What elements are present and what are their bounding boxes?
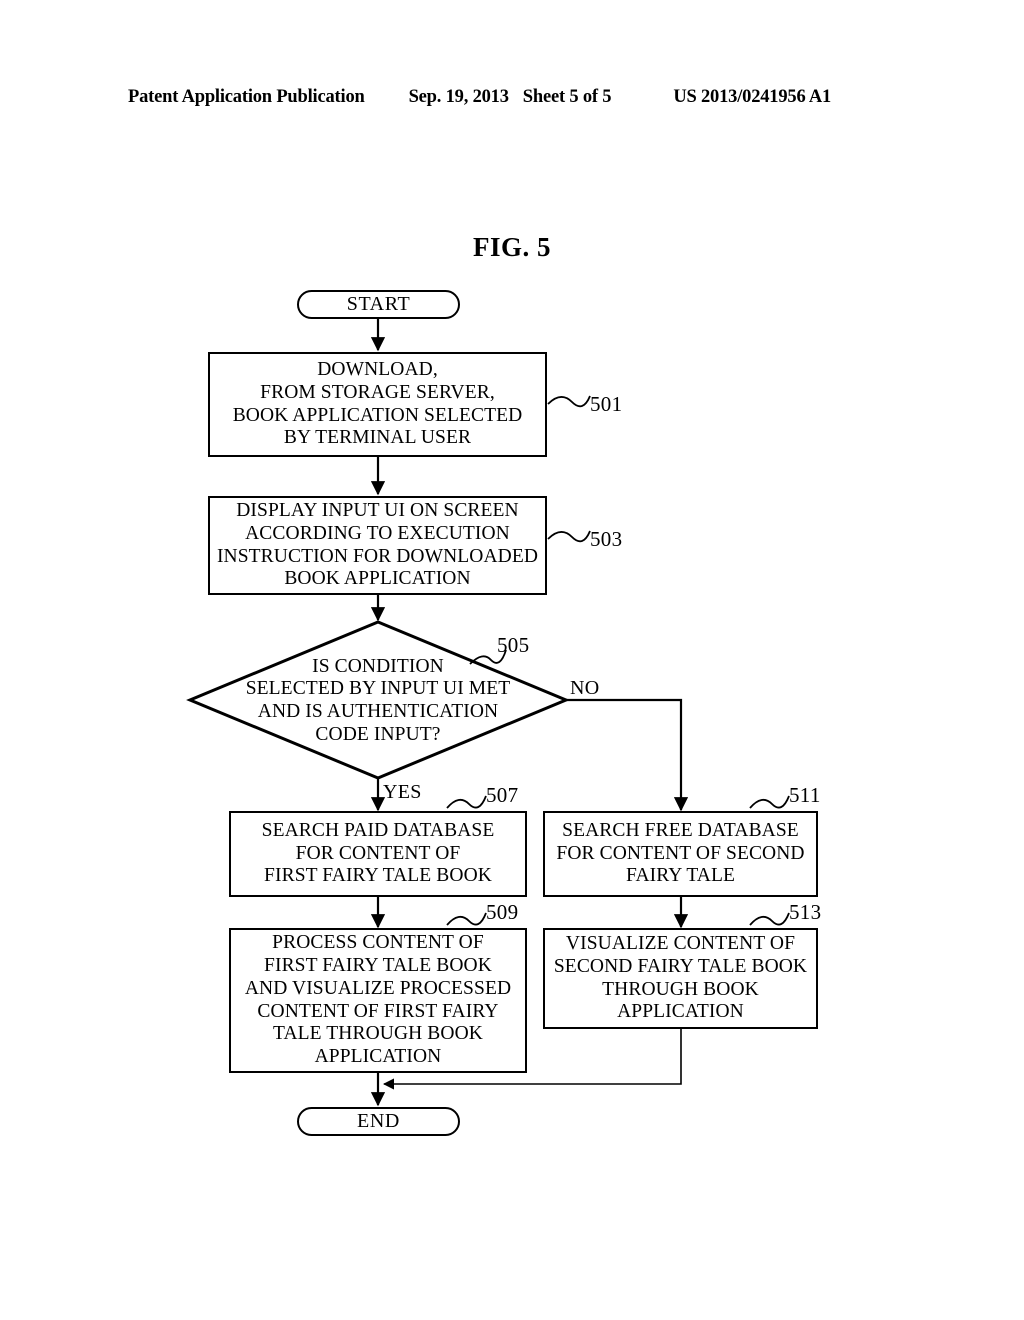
connector-505-no-to-511 <box>566 698 689 812</box>
branch-label-no: NO <box>570 677 600 699</box>
flow-node-513[interactable]: VISUALIZE CONTENT OF SECOND FAIRY TALE BO… <box>543 928 818 1029</box>
flow-node-503[interactable]: DISPLAY INPUT UI ON SCREEN ACCORDING TO E… <box>208 496 547 595</box>
branch-label-yes: YES <box>383 781 422 803</box>
ref-numeral-507: 507 <box>486 783 519 807</box>
ref-numeral-503: 503 <box>590 527 623 551</box>
ref-numeral-511: 511 <box>789 783 821 807</box>
flow-node-505-text: IS CONDITION SELECTED BY INPUT UI MET AND … <box>245 655 511 745</box>
flow-node-start-label: START <box>346 293 411 315</box>
flow-node-505-label[interactable]: IS CONDITION SELECTED BY INPUT UI MET AND … <box>190 652 566 750</box>
flow-node-511[interactable]: SEARCH FREE DATABASE FOR CONTENT OF SECON… <box>543 811 818 897</box>
flow-node-509[interactable]: PROCESS CONTENT OF FIRST FAIRY TALE BOOK A… <box>229 928 527 1073</box>
ref-numeral-501: 501 <box>590 392 623 416</box>
flow-node-503-text: DISPLAY INPUT UI ON SCREEN ACCORDING TO E… <box>216 500 539 590</box>
flow-node-501-text: DOWNLOAD, FROM STORAGE SERVER, BOOK APPLIC… <box>232 359 523 449</box>
ref-numeral-513: 513 <box>789 900 822 924</box>
ref-numeral-509: 509 <box>486 900 519 924</box>
flow-node-507[interactable]: SEARCH PAID DATABASE FOR CONTENT OF FIRST … <box>229 811 527 897</box>
flow-node-507-text: SEARCH PAID DATABASE FOR CONTENT OF FIRST … <box>261 819 495 887</box>
flow-node-513-text: VISUALIZE CONTENT OF SECOND FAIRY TALE BO… <box>553 933 808 1023</box>
flowchart-diagram: START DOWNLOAD, FROM STORAGE SERVER, BOOK … <box>0 0 1024 1320</box>
flow-node-511-text: SEARCH FREE DATABASE FOR CONTENT OF SECON… <box>556 819 805 887</box>
ref-numeral-505: 505 <box>497 633 530 657</box>
flow-node-end[interactable]: END <box>297 1107 460 1136</box>
flow-node-end-label: END <box>357 1110 400 1132</box>
flow-node-start[interactable]: START <box>297 290 460 319</box>
flow-node-509-text: PROCESS CONTENT OF FIRST FAIRY TALE BOOK A… <box>244 932 512 1067</box>
flow-node-501[interactable]: DOWNLOAD, FROM STORAGE SERVER, BOOK APPLIC… <box>208 352 547 457</box>
